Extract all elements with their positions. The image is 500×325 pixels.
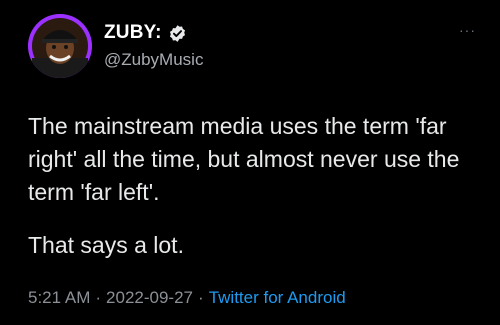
author-block: ZUBY: @ZubyMusic [104,20,203,70]
meta-separator: · [198,288,204,307]
display-name[interactable]: ZUBY: [104,22,162,44]
tweet-card: ZUBY: @ZubyMusic ··· The mainstream medi… [0,0,500,325]
user-handle[interactable]: @ZubyMusic [104,50,203,70]
avatar[interactable] [28,14,92,78]
meta-separator: · [95,288,102,307]
tweet-text-2: That says a lot. [28,232,184,258]
tweet-source-link[interactable]: Twitter for Android [209,288,346,307]
more-options-icon[interactable]: ··· [459,22,476,38]
tweet-date[interactable]: 2022-09-27 [106,288,193,307]
tweet-time[interactable]: 5:21 AM [28,288,90,307]
tweet-meta: 5:21 AM · 2022-09-27 · Twitter for Android [28,288,346,308]
name-row: ZUBY: [104,20,203,46]
verified-badge-icon [168,24,187,43]
profile-avatar-icon [28,14,92,78]
tweet-text: The mainstream media uses the term 'far … [28,113,460,205]
